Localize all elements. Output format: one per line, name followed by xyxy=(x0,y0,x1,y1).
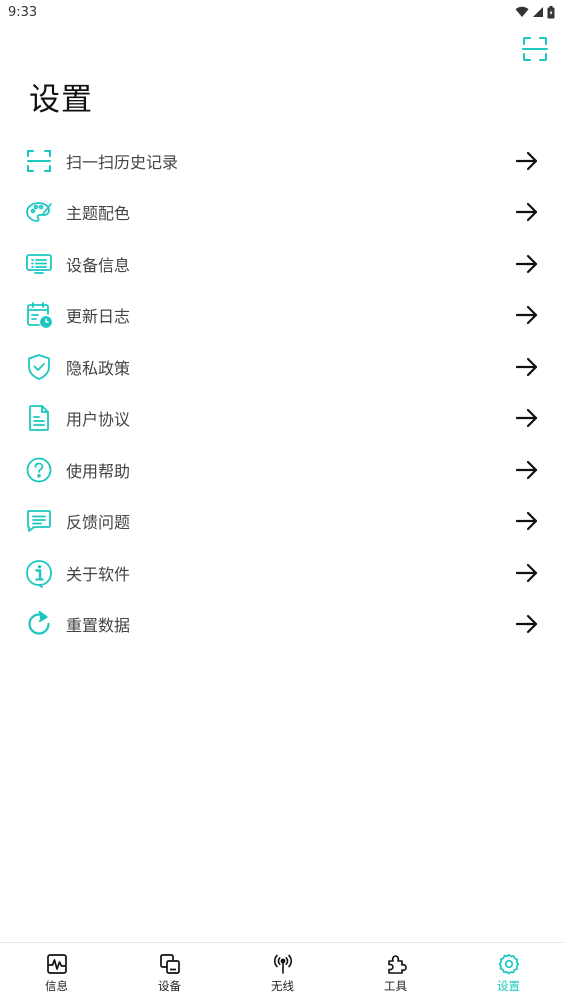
devices-icon xyxy=(158,952,182,976)
scan-button[interactable] xyxy=(521,35,549,63)
activity-icon xyxy=(45,952,69,976)
menu-item-changelog[interactable]: 更新日志 xyxy=(0,290,565,342)
scan-history-icon xyxy=(24,146,54,176)
monitor-icon xyxy=(24,249,54,279)
document-icon xyxy=(24,403,54,433)
arrow-right-icon xyxy=(515,509,539,533)
nav-label: 设备 xyxy=(158,979,181,993)
page-title: 设置 xyxy=(29,82,93,118)
nav-item-tools[interactable]: 工具 xyxy=(339,943,452,1004)
status-icons xyxy=(515,5,555,19)
arrow-right-icon xyxy=(515,406,539,430)
nav-item-wireless[interactable]: 无线 xyxy=(226,943,339,1004)
signal-icon xyxy=(533,7,543,17)
wifi-icon xyxy=(515,6,529,18)
calendar-clock-icon xyxy=(24,300,54,330)
settings-gear-icon xyxy=(497,952,521,976)
settings-screen: 9:33 设置 扫一扫历史记录 主题配色 设备信息 更新日志 隐私政策 用户协议… xyxy=(0,0,565,1004)
nav-item-devices[interactable]: 设备 xyxy=(113,943,226,1004)
nav-item-settings[interactable]: 设置 xyxy=(452,943,565,1004)
info-icon xyxy=(24,558,54,588)
menu-item-scan-history[interactable]: 扫一扫历史记录 xyxy=(0,135,565,187)
menu-item-label: 反馈问题 xyxy=(66,513,131,533)
arrow-right-icon xyxy=(515,200,539,224)
menu-item-theme-color[interactable]: 主题配色 xyxy=(0,187,565,239)
status-bar: 9:33 xyxy=(0,0,565,24)
menu-item-about[interactable]: 关于软件 xyxy=(0,547,565,599)
status-time: 9:33 xyxy=(8,4,38,20)
nav-label: 工具 xyxy=(384,979,407,993)
menu-item-label: 关于软件 xyxy=(66,564,131,584)
message-icon xyxy=(24,506,54,536)
puzzle-icon xyxy=(384,952,408,976)
menu-item-label: 主题配色 xyxy=(66,204,131,224)
bottom-nav: 信息 设备 无线 工具 设置 xyxy=(0,942,565,1004)
nav-label: 信息 xyxy=(45,979,68,993)
battery-icon xyxy=(547,5,555,18)
menu-item-label: 设备信息 xyxy=(66,255,131,275)
arrow-right-icon xyxy=(515,303,539,327)
nav-label: 设置 xyxy=(497,979,520,993)
antenna-icon xyxy=(271,952,295,976)
arrow-right-icon xyxy=(515,252,539,276)
refresh-icon xyxy=(24,609,54,639)
arrow-right-icon xyxy=(515,458,539,482)
arrow-right-icon xyxy=(515,355,539,379)
arrow-right-icon xyxy=(515,149,539,173)
shield-check-icon xyxy=(24,352,54,382)
menu-item-label: 扫一扫历史记录 xyxy=(66,152,179,172)
menu-item-privacy-policy[interactable]: 隐私政策 xyxy=(0,341,565,393)
menu-item-reset-data[interactable]: 重置数据 xyxy=(0,599,565,651)
arrow-right-icon xyxy=(515,561,539,585)
menu-item-device-info[interactable]: 设备信息 xyxy=(0,238,565,290)
arrow-right-icon xyxy=(515,612,539,636)
settings-menu: 扫一扫历史记录 主题配色 设备信息 更新日志 隐私政策 用户协议 使用帮助 反馈… xyxy=(0,135,565,650)
help-icon xyxy=(24,455,54,485)
nav-label: 无线 xyxy=(271,979,294,993)
menu-item-label: 隐私政策 xyxy=(66,358,131,378)
menu-item-label: 使用帮助 xyxy=(66,461,131,481)
palette-icon xyxy=(24,197,54,227)
nav-item-info[interactable]: 信息 xyxy=(0,943,113,1004)
menu-item-label: 用户协议 xyxy=(66,410,131,430)
menu-item-label: 更新日志 xyxy=(66,307,131,327)
menu-item-help[interactable]: 使用帮助 xyxy=(0,444,565,496)
menu-item-feedback[interactable]: 反馈问题 xyxy=(0,496,565,548)
menu-item-label: 重置数据 xyxy=(66,616,131,636)
menu-item-user-agreement[interactable]: 用户协议 xyxy=(0,393,565,445)
scan-icon xyxy=(522,37,548,61)
